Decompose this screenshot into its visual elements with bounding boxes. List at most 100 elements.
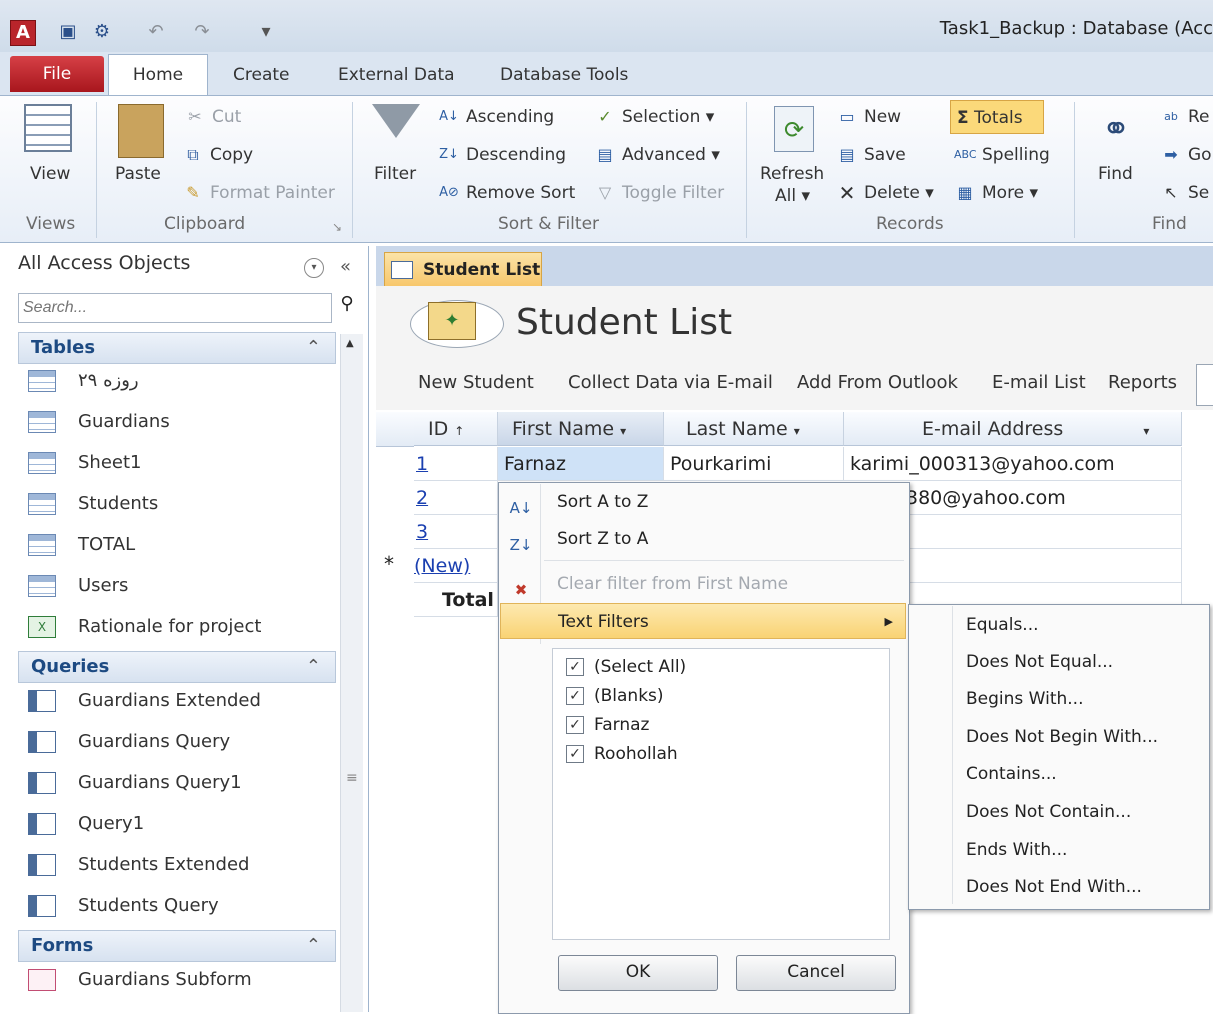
select-button[interactable]: ↖ Se [1160, 182, 1209, 204]
ascending-button[interactable]: A↓ Ascending [438, 106, 554, 128]
new-record-cell[interactable]: (New) [414, 549, 498, 583]
scroll-thumb-grip-icon[interactable]: ≡ [346, 770, 358, 786]
menu-does-not-contain[interactable]: Does Not Contain... [966, 794, 1131, 830]
nav-item-table[interactable]: Users [28, 567, 328, 605]
access-logo-icon[interactable]: A [10, 20, 36, 46]
spelling-button[interactable]: ABC Spelling [954, 144, 1050, 166]
totals-button[interactable]: Σ Totals [950, 100, 1044, 134]
nav-section-queries[interactable]: Queries ⌃ [18, 651, 336, 683]
nav-item-table[interactable]: Guardians [28, 403, 328, 441]
copy-button[interactable]: ⧉ Copy [182, 144, 253, 166]
cell-last-name[interactable]: Pourkarimi [664, 447, 844, 481]
selection-button[interactable]: ✓ Selection ▾ [594, 106, 714, 128]
undo-icon[interactable]: ↶ [144, 20, 168, 44]
filter-icon[interactable] [372, 104, 420, 138]
descending-button[interactable]: Z↓ Descending [438, 144, 566, 166]
menu-contains[interactable]: Contains... [966, 756, 1057, 792]
tab-database-tools[interactable]: Database Tools [500, 58, 628, 92]
cancel-button[interactable]: Cancel [736, 955, 896, 991]
nav-item-table[interactable]: روزه ۲۹ [28, 362, 328, 400]
column-header-first-name[interactable]: First Name ▾ [498, 412, 664, 446]
nav-scrollbar[interactable]: ▲ ≡ [340, 334, 363, 1012]
cell-id[interactable]: 2 [414, 481, 498, 515]
checkbox-blanks[interactable]: ✓ (Blanks) [566, 682, 664, 710]
cell-id[interactable]: 3 [414, 515, 498, 549]
find-button[interactable]: Find [1098, 164, 1133, 184]
menu-sort-a-to-z[interactable]: A↓ Sort A to Z [500, 484, 906, 520]
select-all-cell[interactable] [376, 412, 414, 447]
format-painter-button[interactable]: ✎ Format Painter [182, 182, 335, 204]
nav-item-query[interactable]: Students Query [28, 887, 328, 925]
collect-data-email-link[interactable]: Collect Data via E-mail [568, 372, 773, 393]
paste-icon[interactable] [118, 104, 164, 158]
refresh-all-dropdown[interactable]: All ▾ [775, 186, 810, 206]
delete-record-button[interactable]: ✕ Delete ▾ [836, 182, 934, 204]
nav-item-table[interactable]: TOTAL [28, 526, 328, 564]
menu-equals[interactable]: Equals... [966, 607, 1039, 643]
checkbox-roohollah[interactable]: ✓ Roohollah [566, 740, 678, 768]
new-record-button[interactable]: ▭ New [836, 106, 901, 128]
nav-item-query[interactable]: Students Extended [28, 846, 328, 884]
tab-create[interactable]: Create [233, 58, 290, 92]
checkbox-select-all[interactable]: ✓ (Select All) [566, 653, 686, 681]
filter-button[interactable]: Filter [374, 164, 416, 184]
nav-item-linked-table[interactable]: X Rationale for project [28, 608, 328, 646]
nav-item-form[interactable]: Guardians Subform [28, 961, 328, 999]
menu-ends-with[interactable]: Ends With... [966, 832, 1067, 868]
menu-does-not-begin-with[interactable]: Does Not Begin With... [966, 719, 1158, 755]
goto-button[interactable]: ➡ Go [1160, 144, 1211, 166]
reports-dropdown[interactable] [1196, 364, 1213, 406]
menu-begins-with[interactable]: Begins With... [966, 681, 1083, 717]
scroll-up-icon[interactable]: ▲ [346, 338, 354, 349]
ok-button[interactable]: OK [558, 955, 718, 991]
email-list-link[interactable]: E-mail List [992, 372, 1086, 393]
cell-first-name[interactable]: Farnaz [498, 447, 664, 481]
checkbox-farnaz[interactable]: ✓ Farnaz [566, 711, 649, 739]
cut-button[interactable]: ✂ Cut [184, 106, 241, 128]
paste-button[interactable]: Paste [115, 164, 161, 184]
menu-sort-z-to-a[interactable]: Z↓ Sort Z to A [500, 521, 906, 557]
nav-menu-chevron-icon[interactable]: ▾ [304, 258, 324, 278]
nav-item-query[interactable]: Query1 [28, 805, 328, 843]
new-student-link[interactable]: New Student [418, 372, 534, 393]
advanced-button[interactable]: ▤ Advanced ▾ [594, 144, 719, 166]
column-header-email[interactable]: E-mail Address ▾ [844, 412, 1182, 446]
nav-item-query[interactable]: Guardians Extended [28, 682, 328, 720]
menu-text-filters[interactable]: Text Filters ▶ [500, 603, 906, 639]
refresh-icon[interactable]: ⟳ [774, 106, 814, 152]
nav-item-query[interactable]: Guardians Query1 [28, 764, 328, 802]
add-from-outlook-link[interactable]: Add From Outlook [797, 372, 958, 393]
refresh-all-button[interactable]: Refresh [760, 164, 824, 184]
column-header-id[interactable]: ID ↑ [414, 412, 498, 446]
search-icon[interactable]: ⚲ [334, 293, 360, 323]
nav-item-query[interactable]: Guardians Query [28, 723, 328, 761]
save-icon[interactable]: ▣ [56, 20, 80, 44]
view-button[interactable]: View [30, 164, 70, 184]
view-icon[interactable] [24, 104, 72, 152]
customize-toolbar-icon[interactable]: ▾ [254, 20, 278, 44]
menu-does-not-equal[interactable]: Does Not Equal... [966, 644, 1113, 680]
column-header-last-name[interactable]: Last Name ▾ [664, 412, 844, 446]
cell-email[interactable]: karimi_000313@yahoo.com [844, 447, 1182, 481]
remove-sort-button[interactable]: A⊘ Remove Sort [438, 182, 575, 204]
quick-access-icon[interactable]: ⚙ [90, 20, 114, 44]
nav-section-tables[interactable]: Tables ⌃ [18, 332, 336, 364]
cell-id[interactable]: 1 [414, 447, 498, 481]
tab-external-data[interactable]: External Data [338, 58, 455, 92]
save-record-button[interactable]: ▤ Save [836, 144, 905, 166]
reports-link[interactable]: Reports [1108, 372, 1177, 393]
redo-icon[interactable]: ↷ [190, 20, 214, 44]
replace-button[interactable]: ab Re [1160, 106, 1209, 128]
nav-search-input[interactable] [18, 293, 332, 323]
nav-section-forms[interactable]: Forms ⌃ [18, 930, 336, 962]
menu-does-not-end-with[interactable]: Does Not End With... [966, 869, 1142, 905]
tab-home[interactable]: Home [108, 54, 208, 97]
nav-item-table[interactable]: Students [28, 485, 328, 523]
document-tab-student-list[interactable]: Student List [384, 252, 542, 287]
nav-item-table[interactable]: Sheet1 [28, 444, 328, 482]
dialog-launcher-icon[interactable]: ↘ [332, 220, 342, 234]
shutter-bar-close-icon[interactable]: « [340, 256, 351, 277]
binoculars-icon[interactable]: ⚭ [1094, 106, 1138, 152]
more-button[interactable]: ▦ More ▾ [954, 182, 1038, 204]
toggle-filter-button[interactable]: ▽ Toggle Filter [594, 182, 724, 204]
